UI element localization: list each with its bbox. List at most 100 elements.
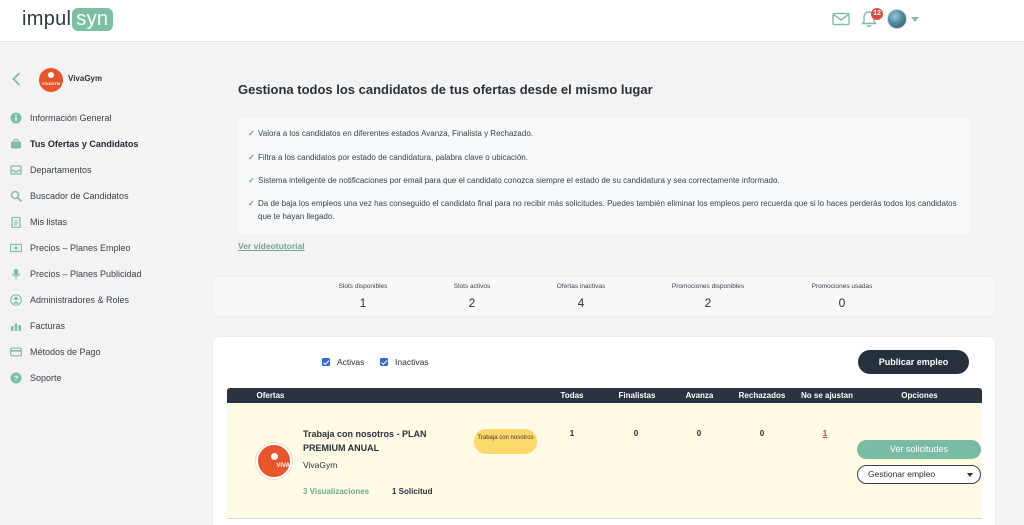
help-icon: ? xyxy=(10,372,22,384)
chevron-down-icon[interactable] xyxy=(911,17,919,22)
cell-finalistas: 0 xyxy=(633,429,639,438)
sidebar-item-departamentos[interactable]: Departamentos xyxy=(10,161,190,179)
check-icon: ✓ xyxy=(248,199,255,208)
sidebar-item-buscador[interactable]: Buscador de Candidatos xyxy=(10,187,190,205)
heart-icon xyxy=(48,72,54,78)
column-header-no-se-ajustan[interactable]: No se ajustan xyxy=(792,388,862,403)
company-logo-text: VIVAGYM xyxy=(276,463,304,469)
feature-item: ✓ Da de baja los empleos una vez has con… xyxy=(248,198,960,223)
money-icon xyxy=(10,243,22,253)
heart-icon xyxy=(271,453,278,460)
sidebar-item-informacion-general[interactable]: Información General xyxy=(10,109,190,127)
stat-label: Promociones usadas xyxy=(811,283,873,290)
features-box: ✓ Valora a los candidatos en diferentes … xyxy=(238,118,970,234)
briefcase-icon xyxy=(11,139,21,149)
column-header-opciones: Opciones xyxy=(901,391,938,400)
sidebar-item-label: Precios – Planes Publicidad xyxy=(30,269,142,279)
sidebar-item-label: Administradores & Roles xyxy=(30,295,130,305)
cell-no-se-ajustan[interactable]: 1 xyxy=(815,429,835,438)
view-requests-button[interactable]: Ver solicitudes xyxy=(857,440,981,459)
inbox-icon xyxy=(10,165,22,175)
manage-job-select[interactable]: Gestionar empleo xyxy=(857,465,981,484)
check-icon: ✓ xyxy=(248,129,255,138)
notification-badge: 12 xyxy=(871,8,883,20)
check-icon: ✓ xyxy=(248,176,255,185)
cell-rechazados: 0 xyxy=(759,429,765,438)
sidebar-item-precios-publicidad[interactable]: Precios – Planes Publicidad xyxy=(10,265,190,283)
feature-item: ✓ Sistema inteligente de notificaciones … xyxy=(248,175,960,188)
stat-label: Slots activos xyxy=(453,283,491,290)
stat-value: 1 xyxy=(359,296,367,310)
sidebar-item-label: Facturas xyxy=(30,321,66,331)
microphone-icon xyxy=(11,268,21,280)
views-count: 3 Visualizaciones xyxy=(303,487,370,496)
sidebar-item-soporte[interactable]: ? Soporte xyxy=(10,369,190,387)
company-logo: VIVAGYM xyxy=(256,443,304,479)
filter-inactivas[interactable]: Inactivas xyxy=(380,357,429,367)
stat-value: 2 xyxy=(704,296,712,310)
info-icon xyxy=(10,112,22,124)
table-row: VIVAGYM Trabaja con nosotros - PLAN PREM… xyxy=(227,403,982,519)
sidebar-item-metodos-pago[interactable]: Métodos de Pago xyxy=(10,343,190,361)
chevron-left-icon[interactable] xyxy=(11,72,21,86)
column-header-rechazados[interactable]: Rechazados xyxy=(732,388,792,403)
feature-text: Valora a los candidatos en diferentes es… xyxy=(258,129,533,138)
check-icon: ✓ xyxy=(248,153,255,162)
status-badge: Trabaja con nosotros xyxy=(474,429,537,454)
clipboard-icon xyxy=(11,216,21,228)
stat-label: Ofertas inactivas xyxy=(556,283,606,290)
app-logo[interactable]: impul syn xyxy=(22,8,114,31)
company-logo-text: VIVAGYM xyxy=(41,81,61,86)
sidebar-item-label: Soporte xyxy=(30,373,62,383)
cell-avanza: 0 xyxy=(696,429,702,438)
feature-text: Sistema inteligente de notificaciones po… xyxy=(258,176,780,185)
page-title: Gestiona todos los candidatos de tus ofe… xyxy=(238,82,653,97)
stat-value: 2 xyxy=(468,296,476,310)
filter-activas[interactable]: Activas xyxy=(322,357,364,367)
feature-item: ✓ Filtra a los candidatos por estado de … xyxy=(248,152,960,165)
publish-job-button[interactable]: Publicar empleo xyxy=(858,350,969,374)
credit-card-icon xyxy=(10,347,22,357)
column-header-todas[interactable]: Todas xyxy=(552,388,592,403)
videotutorial-link[interactable]: Ver videotutorial xyxy=(238,241,305,251)
sidebar: VIVAGYM VivaGym Información General Tus … xyxy=(0,43,195,525)
sidebar-item-precios-empleo[interactable]: Precios – Planes Empleo xyxy=(10,239,190,257)
logo-text-plain: impul xyxy=(22,8,72,30)
mail-icon[interactable] xyxy=(832,10,850,28)
sidebar-item-label: Tus Ofertas y Candidatos xyxy=(30,139,139,149)
chart-icon xyxy=(11,323,21,331)
checkbox-inactivas[interactable] xyxy=(380,358,388,366)
sidebar-item-administradores[interactable]: Administradores & Roles xyxy=(10,291,190,309)
stat-value: 0 xyxy=(838,296,846,310)
sidebar-item-label: Métodos de Pago xyxy=(30,347,101,357)
column-header-ofertas[interactable]: Ofertas xyxy=(243,388,298,403)
sidebar-item-ofertas-candidatos[interactable]: Tus Ofertas y Candidatos xyxy=(10,135,190,153)
filter-label: Activas xyxy=(337,357,365,367)
company-logo: VIVAGYM xyxy=(39,68,63,92)
search-icon xyxy=(10,190,22,202)
sidebar-item-label: Información General xyxy=(30,113,112,123)
sidebar-item-facturas[interactable]: Facturas xyxy=(10,317,190,335)
sidebar-item-mis-listas[interactable]: Mis listas xyxy=(10,213,190,231)
checkbox-activas[interactable] xyxy=(322,358,330,366)
logo-text-boxed: syn xyxy=(72,8,114,31)
filter-label: Inactivas xyxy=(395,357,429,367)
feature-text: Filtra a los candidatos por estado de ca… xyxy=(258,153,528,162)
requests-count: 1 Solicitud xyxy=(392,487,433,496)
manage-job-select-value: Gestionar empleo xyxy=(868,469,936,479)
cell-todas: 1 xyxy=(569,429,575,438)
chevron-down-icon xyxy=(967,473,973,477)
offers-panel: Activas Inactivas Publicar empleo Oferta… xyxy=(212,336,996,525)
top-header: impul syn 12 xyxy=(0,0,1024,42)
user-avatar[interactable] xyxy=(887,9,907,29)
column-header-finalistas[interactable]: Finalistas xyxy=(607,388,667,403)
sidebar-item-label: Mis listas xyxy=(30,217,68,227)
users-icon xyxy=(10,294,22,306)
stat-label: Slots disponibles xyxy=(338,283,388,290)
job-company: VivaGym xyxy=(303,460,338,470)
job-title[interactable]: Trabaja con nosotros - PLAN PREMIUM ANUA… xyxy=(303,427,453,455)
sidebar-item-label: Precios – Planes Empleo xyxy=(30,243,131,253)
feature-text: Da de baja los empleos una vez has conse… xyxy=(258,199,957,221)
column-header-avanza[interactable]: Avanza xyxy=(677,388,722,403)
stat-label: Promociones disponibles xyxy=(671,283,745,290)
